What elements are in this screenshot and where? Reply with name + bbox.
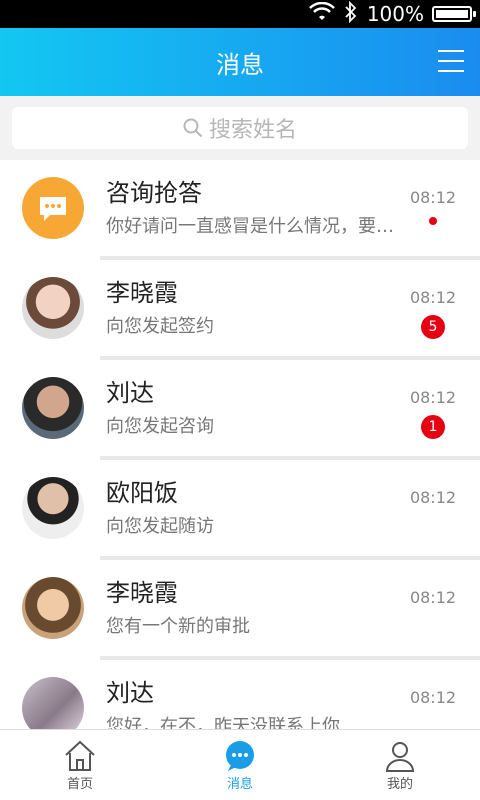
search-icon [183, 118, 203, 138]
message-time: 08:12 [409, 688, 457, 707]
battery-icon [432, 6, 476, 22]
message-time: 08:12 [409, 488, 457, 507]
tab-profile[interactable]: 我的 [320, 730, 480, 800]
message-preview: 向您发起签约 [106, 316, 214, 337]
page-title: 消息 [216, 50, 264, 79]
battery-percent: 100% [366, 2, 424, 26]
tab-messages[interactable]: 消息 [160, 730, 320, 800]
message-preview: 向您发起咨询 [106, 416, 214, 437]
tab-label: 我的 [386, 776, 413, 792]
user-icon [385, 741, 415, 772]
app-header: 消息 [0, 28, 480, 96]
list-item[interactable]: 李晓霞 您有一个新的审批 08:12 [0, 560, 480, 656]
menu-icon[interactable] [438, 50, 464, 72]
message-time: 08:12 [409, 388, 457, 407]
tab-label: 消息 [226, 776, 253, 792]
home-icon [65, 740, 95, 771]
unread-badge: 5 [421, 315, 445, 339]
message-time: 08:12 [409, 288, 457, 307]
avatar [22, 577, 84, 639]
bottom-tab-bar: 首页 消息 我的 [0, 729, 480, 800]
search-bar: 搜索姓名 [0, 96, 480, 160]
message-preview: 您有一个新的审批 [106, 616, 250, 637]
wifi-icon [308, 1, 335, 27]
chat-avatar-icon [22, 177, 84, 239]
search-placeholder: 搜索姓名 [208, 118, 297, 143]
list-item[interactable]: 刘达 向您发起咨询 08:12 1 [0, 360, 480, 456]
message-time: 08:12 [409, 588, 457, 607]
avatar [22, 477, 84, 539]
search-input[interactable]: 搜索姓名 [12, 107, 468, 149]
avatar [22, 377, 84, 439]
message-icon [226, 740, 254, 771]
list-item[interactable]: 李晓霞 向您发起签约 08:12 5 [0, 260, 480, 356]
tab-home[interactable]: 首页 [0, 730, 160, 800]
message-list: 咨询抢答 你好请问一直感冒是什么情况，要… 08:12 李晓霞 向您发起签约 0… [0, 160, 480, 756]
tab-label: 首页 [66, 776, 93, 792]
message-preview: 向您发起随访 [106, 516, 214, 537]
unread-dot [429, 217, 437, 225]
avatar [22, 277, 84, 339]
status-bar: 100% [0, 0, 480, 28]
unread-badge: 1 [421, 415, 445, 439]
message-time: 08:12 [409, 188, 457, 207]
message-preview: 你好请问一直感冒是什么情况，要… [106, 216, 394, 237]
list-item[interactable]: 咨询抢答 你好请问一直感冒是什么情况，要… 08:12 [0, 160, 480, 256]
list-item[interactable]: 欧阳饭 向您发起随访 08:12 [0, 460, 480, 556]
bluetooth-icon [343, 0, 359, 28]
